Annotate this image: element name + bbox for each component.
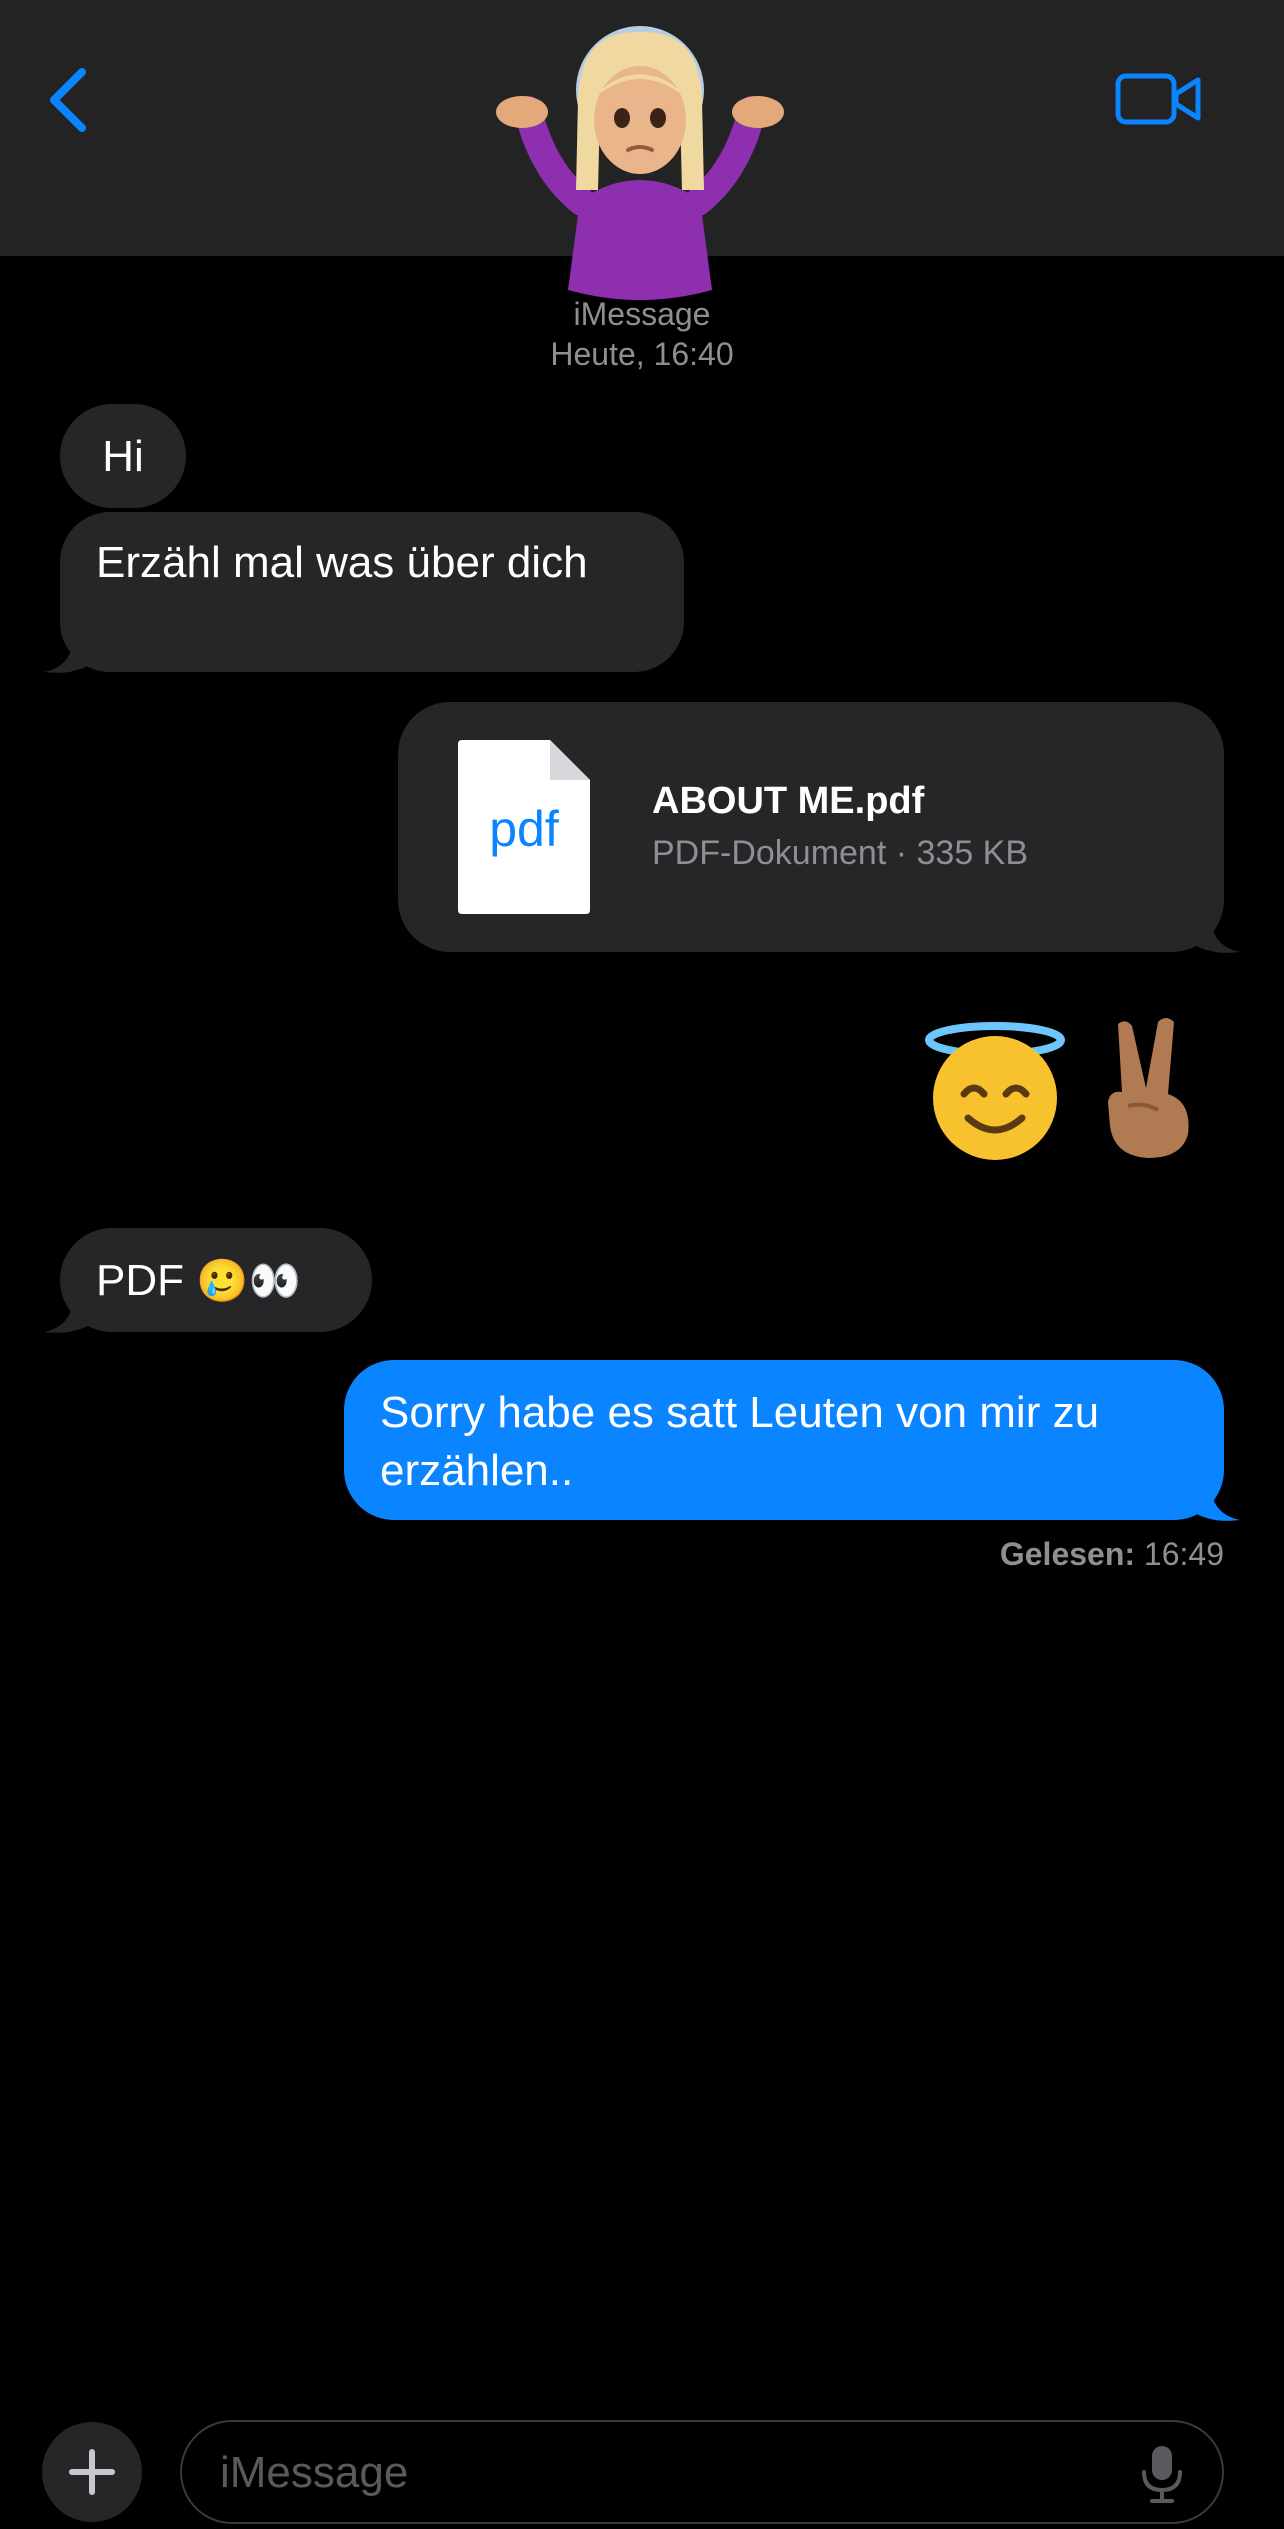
contact-avatar[interactable] — [490, 20, 790, 300]
service-label: iMessage — [573, 296, 711, 332]
message-input[interactable]: iMessage — [180, 2420, 1224, 2524]
incoming-message-bubble[interactable]: PDF 🥲👀 — [60, 1228, 372, 1332]
read-receipt: Gelesen: 16:49 — [1000, 1536, 1224, 1573]
dictation-button[interactable] — [1140, 2444, 1184, 2504]
message-emojis: 🥲👀 — [196, 1257, 301, 1304]
shrugging-woman-icon — [496, 26, 784, 300]
incoming-message-bubble[interactable]: Erzähl mal was über dich — [60, 512, 684, 672]
file-info: PDF-Dokument · 335 KB — [652, 834, 1029, 872]
messages-screen: iMessage Heute, 16:40 Hi Erzähl mal was … — [0, 0, 1284, 2529]
outgoing-bubble-tail — [1190, 912, 1240, 953]
apps-plus-button[interactable] — [42, 2422, 142, 2522]
plus-icon — [69, 2449, 115, 2495]
video-camera-icon — [1115, 73, 1201, 125]
video-call-button[interactable] — [1114, 64, 1204, 134]
incoming-message-bubble[interactable]: Hi — [60, 404, 186, 508]
smiling-face-with-halo-icon — [925, 1022, 1065, 1160]
message-input-placeholder: iMessage — [220, 2448, 409, 2497]
outgoing-bubble-tail — [1190, 1480, 1240, 1521]
chevron-left-icon — [50, 68, 86, 132]
read-receipt-time: 16:49 — [1143, 1536, 1224, 1572]
outgoing-emoji-message[interactable] — [1088, 1010, 1208, 1193]
incoming-bubble-tail — [44, 1292, 94, 1333]
file-name: ABOUT ME.pdf — [652, 780, 925, 822]
outgoing-message-bubble[interactable]: Sorry habe es satt Leuten von mir zu erz… — [344, 1360, 1224, 1520]
back-button[interactable] — [40, 60, 100, 140]
read-receipt-label: Gelesen: — [999, 1536, 1136, 1572]
victory-hand-icon — [1108, 1018, 1189, 1158]
message-text: PDF — [96, 1256, 184, 1305]
outgoing-emoji-message[interactable] — [920, 1010, 1070, 1193]
file-attachment-bubble[interactable]: pdf ABOUT ME.pdf PDF-Dokument · 335 KB — [398, 702, 1224, 952]
file-type-label: pdf — [489, 801, 559, 857]
incoming-bubble-tail — [44, 632, 94, 673]
microphone-icon — [1142, 2446, 1182, 2503]
conversation-timestamp: Heute, 16:40 — [550, 336, 734, 372]
